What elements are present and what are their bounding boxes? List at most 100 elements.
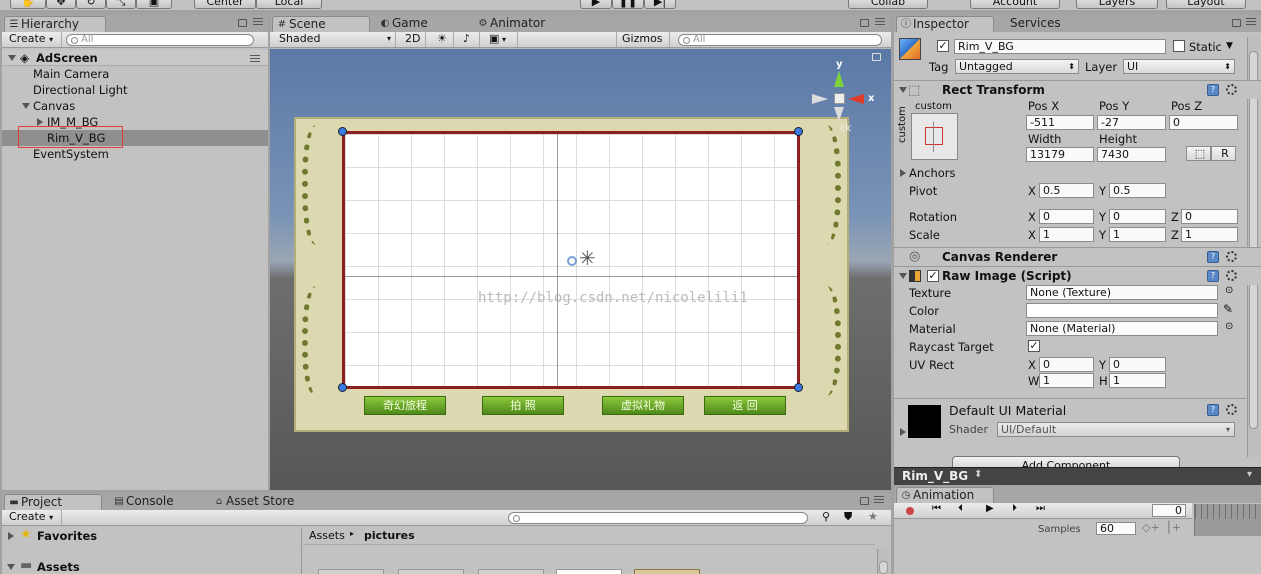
- expand-arrow-icon[interactable]: [899, 87, 907, 93]
- scale-z-field[interactable]: 1: [1181, 227, 1238, 242]
- lock-icon[interactable]: [860, 497, 869, 505]
- list-item[interactable]: Canvas: [2, 98, 268, 114]
- layers-dropdown[interactable]: Layers: [1076, 0, 1158, 9]
- blueprint-mode-button[interactable]: ⬚: [1186, 146, 1211, 161]
- asset-thumbnail[interactable]: [318, 569, 384, 574]
- list-item[interactable]: EventSystem: [2, 146, 268, 162]
- list-item-selected[interactable]: Rim_V_BG: [2, 126, 268, 148]
- raw-edit-button[interactable]: R: [1211, 146, 1236, 161]
- pos-y-field[interactable]: -27: [1097, 115, 1166, 130]
- object-picker-icon[interactable]: ⊙: [1225, 321, 1233, 332]
- collapsed-arrow-icon[interactable]: [37, 118, 43, 126]
- asset-thumbnail[interactable]: [478, 569, 544, 574]
- audio-toggle[interactable]: ♪: [458, 32, 480, 47]
- add-event-icon[interactable]: ⎮+: [1166, 521, 1181, 534]
- breadcrumb-item[interactable]: Assets: [309, 529, 345, 542]
- lock-icon[interactable]: [1232, 19, 1241, 27]
- gear-icon[interactable]: [1226, 404, 1237, 415]
- assets-label[interactable]: Assets: [37, 560, 80, 574]
- eyedropper-icon[interactable]: ✎: [1223, 302, 1233, 316]
- tab-scene[interactable]: # Scene: [272, 16, 370, 32]
- create-dropdown[interactable]: Create ▾: [4, 32, 62, 47]
- expand-arrow-icon[interactable]: [8, 55, 16, 61]
- help-book-icon[interactable]: ?: [1207, 251, 1219, 263]
- add-component-button[interactable]: Add Component: [952, 456, 1180, 467]
- local-toggle[interactable]: Local: [256, 0, 322, 9]
- favorites-label[interactable]: Favorites: [37, 529, 97, 543]
- canvas-renderer-header[interactable]: ◎ Canvas Renderer ?: [894, 247, 1261, 266]
- collab-dropdown[interactable]: Collab: [848, 0, 928, 9]
- list-item[interactable]: Main Camera: [2, 66, 268, 82]
- expand-arrow-icon[interactable]: [22, 103, 30, 109]
- rotate-tool-button[interactable]: ↻: [76, 0, 106, 9]
- asset-thumbnail[interactable]: [398, 569, 464, 574]
- collapsed-arrow-icon[interactable]: [900, 169, 906, 177]
- hand-tool-button[interactable]: ✋: [10, 0, 46, 9]
- tag-dropdown[interactable]: Untagged ⬍: [955, 59, 1079, 74]
- collapsed-arrow-icon[interactable]: [900, 428, 906, 436]
- help-book-icon[interactable]: ?: [1207, 404, 1219, 416]
- project-scrollbar[interactable]: [877, 549, 889, 574]
- filter-label-icon[interactable]: ⛊: [844, 510, 852, 524]
- tab-console[interactable]: ▤ Console: [110, 494, 206, 510]
- next-key-icon[interactable]: ⏵: [1012, 503, 1017, 514]
- project-create-dropdown[interactable]: Create ▾: [4, 510, 62, 525]
- raycast-checkbox[interactable]: ✓: [1028, 340, 1040, 352]
- scale-tool-button[interactable]: ⤡: [106, 0, 136, 9]
- tab-asset-store[interactable]: ⌂ Asset Store: [210, 494, 310, 510]
- 2d-toggle[interactable]: 2D: [400, 32, 426, 47]
- color-swatch[interactable]: [1026, 303, 1218, 318]
- gizmos-dropdown[interactable]: Gizmos ▾: [616, 32, 670, 59]
- game-button-back[interactable]: 返 回: [704, 396, 786, 415]
- scene-viewport[interactable]: ✳ http://blog.csdn.net/nicolelili1 奇幻旅程 …: [270, 49, 891, 490]
- add-keyframe-icon[interactable]: ◇+: [1142, 521, 1160, 534]
- component-enabled-checkbox[interactable]: ✓: [927, 270, 939, 282]
- height-field[interactable]: 7430: [1097, 147, 1166, 162]
- static-dropdown-icon[interactable]: ▼: [1226, 41, 1233, 51]
- panel-menu-icon[interactable]: [253, 18, 263, 25]
- record-icon[interactable]: [906, 507, 914, 515]
- gear-icon[interactable]: [1226, 251, 1237, 262]
- center-cube-icon[interactable]: [834, 93, 845, 104]
- tab-project[interactable]: ▬ Project: [4, 494, 102, 510]
- panel-menu-icon[interactable]: [874, 496, 884, 503]
- expand-arrow-icon[interactable]: [899, 273, 907, 279]
- step-button[interactable]: ▶|: [644, 0, 676, 9]
- move-tool-button[interactable]: ✥: [46, 0, 76, 9]
- hierarchy-search-input[interactable]: All: [66, 34, 254, 46]
- corner-handle[interactable]: [794, 127, 803, 136]
- filter-type-icon[interactable]: ⚲: [822, 510, 830, 523]
- resize-handle-icon[interactable]: ⬍: [974, 469, 982, 480]
- lock-icon[interactable]: [238, 19, 247, 27]
- gizmo-lock-icon[interactable]: [872, 53, 881, 61]
- breadcrumb-item[interactable]: pictures: [364, 529, 415, 542]
- uv-w-field[interactable]: 1: [1039, 373, 1094, 388]
- gear-icon[interactable]: [1226, 270, 1237, 281]
- game-button-gift[interactable]: 虚拟礼物: [602, 396, 684, 415]
- uv-h-field[interactable]: 1: [1109, 373, 1166, 388]
- rect-transform-header[interactable]: ⬚ Rect Transform ?: [894, 80, 1261, 99]
- scene-menu-icon[interactable]: [250, 55, 260, 62]
- raw-image-header[interactable]: ✓ Raw Image (Script) ?: [894, 266, 1261, 285]
- effects-dropdown[interactable]: ▣ ▾: [484, 32, 518, 47]
- x-axis-cone-icon[interactable]: [848, 94, 864, 104]
- project-search-input[interactable]: [508, 512, 808, 524]
- scrollbar-thumb[interactable]: [879, 561, 888, 574]
- pivot-x-field[interactable]: 0.5: [1039, 183, 1094, 198]
- panel-menu-icon[interactable]: [1246, 18, 1256, 25]
- lighting-toggle[interactable]: ☀: [432, 32, 454, 47]
- layout-dropdown[interactable]: Layout: [1166, 0, 1246, 9]
- active-checkbox[interactable]: ✓: [937, 40, 949, 52]
- frame-field[interactable]: 0: [1152, 504, 1186, 517]
- corner-handle[interactable]: [338, 383, 347, 392]
- list-item[interactable]: Directional Light: [2, 82, 268, 98]
- help-book-icon[interactable]: ?: [1207, 270, 1219, 282]
- tab-services[interactable]: Services: [994, 16, 1082, 32]
- pivot-circle-icon[interactable]: [567, 256, 577, 266]
- rotation-z-field[interactable]: 0: [1181, 209, 1238, 224]
- play-button[interactable]: ▶: [580, 0, 612, 9]
- collapsed-arrow-icon[interactable]: [8, 532, 14, 540]
- object-name-field[interactable]: Rim_V_BG: [954, 39, 1166, 54]
- account-dropdown[interactable]: Account: [970, 0, 1060, 9]
- y-axis-cone-icon[interactable]: [834, 71, 844, 87]
